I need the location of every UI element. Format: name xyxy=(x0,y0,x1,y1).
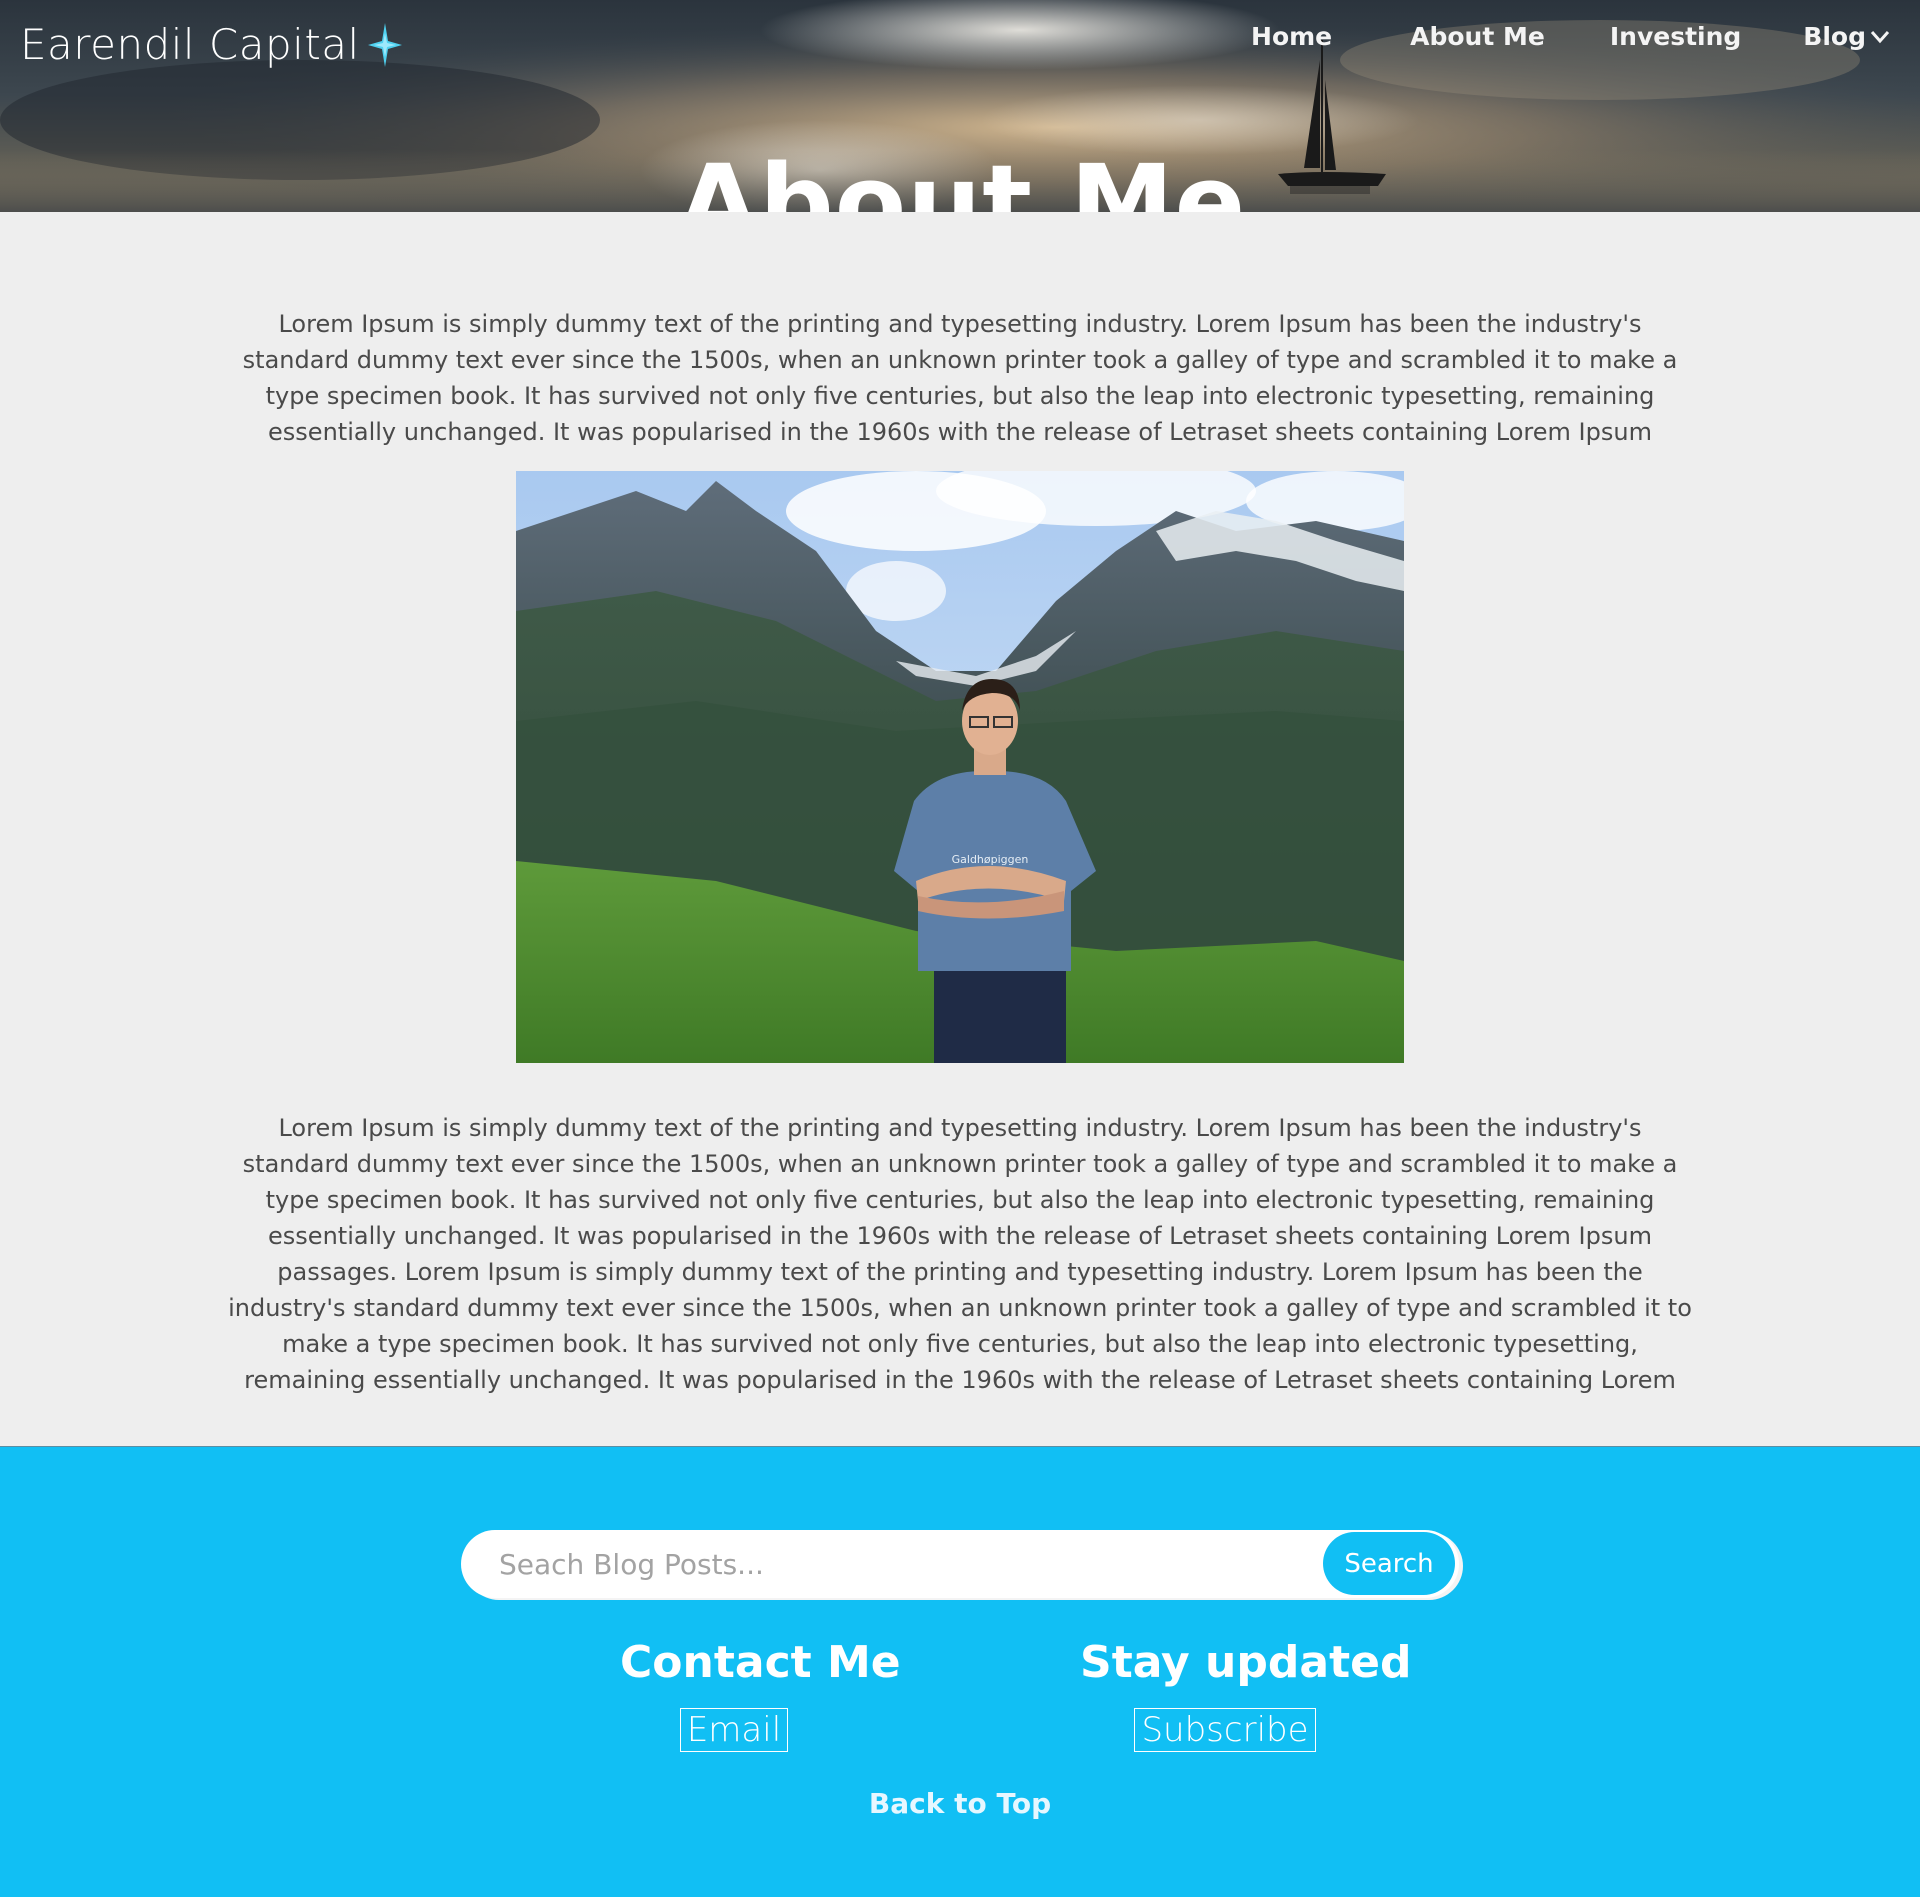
subscribe-link[interactable]: Subscribe xyxy=(1134,1708,1316,1752)
body-paragraph: Lorem Ipsum is simply dummy text of the … xyxy=(228,1114,1692,1394)
back-to-top-link[interactable]: Back to Top xyxy=(0,1787,1920,1820)
stay-updated-heading: Stay updated xyxy=(1080,1637,1412,1688)
nav-about-me[interactable]: About Me xyxy=(1410,22,1545,51)
contact-section: Contact Me Email xyxy=(620,1637,901,1752)
brand-logo[interactable]: Earendil Capital xyxy=(20,20,402,69)
chevron-down-icon xyxy=(1870,30,1890,43)
nav-blog-label: Blog xyxy=(1803,22,1866,51)
contact-heading: Contact Me xyxy=(620,1637,901,1688)
search-button[interactable]: Search xyxy=(1323,1532,1455,1595)
email-link[interactable]: Email xyxy=(679,1708,789,1752)
nav-blog-dropdown[interactable]: Blog xyxy=(1803,22,1890,51)
main-content: Lorem Ipsum is simply dummy text of the … xyxy=(0,212,1920,1398)
search-input[interactable] xyxy=(497,1530,1297,1598)
brand-name: Earendil Capital xyxy=(20,20,360,69)
nav-investing[interactable]: Investing xyxy=(1610,22,1741,51)
main-nav: Home About Me Investing Blog xyxy=(1251,22,1890,51)
profile-photo: Galdhøpiggen xyxy=(516,471,1404,1063)
subscribe-section: Stay updated Subscribe xyxy=(1080,1637,1412,1752)
intro-paragraph: Lorem Ipsum is simply dummy text of the … xyxy=(242,310,1678,446)
page-title: About Me xyxy=(677,141,1247,212)
site-footer: Search Contact Me Email Stay updated Sub… xyxy=(0,1446,1920,1897)
north-star-icon xyxy=(367,22,402,67)
blog-search-bar: Search xyxy=(461,1530,1459,1598)
hero-header: Earendil Capital Home About Me Investing… xyxy=(0,0,1920,212)
shirt-text: Galdhøpiggen xyxy=(952,853,1029,866)
nav-home[interactable]: Home xyxy=(1251,22,1332,51)
